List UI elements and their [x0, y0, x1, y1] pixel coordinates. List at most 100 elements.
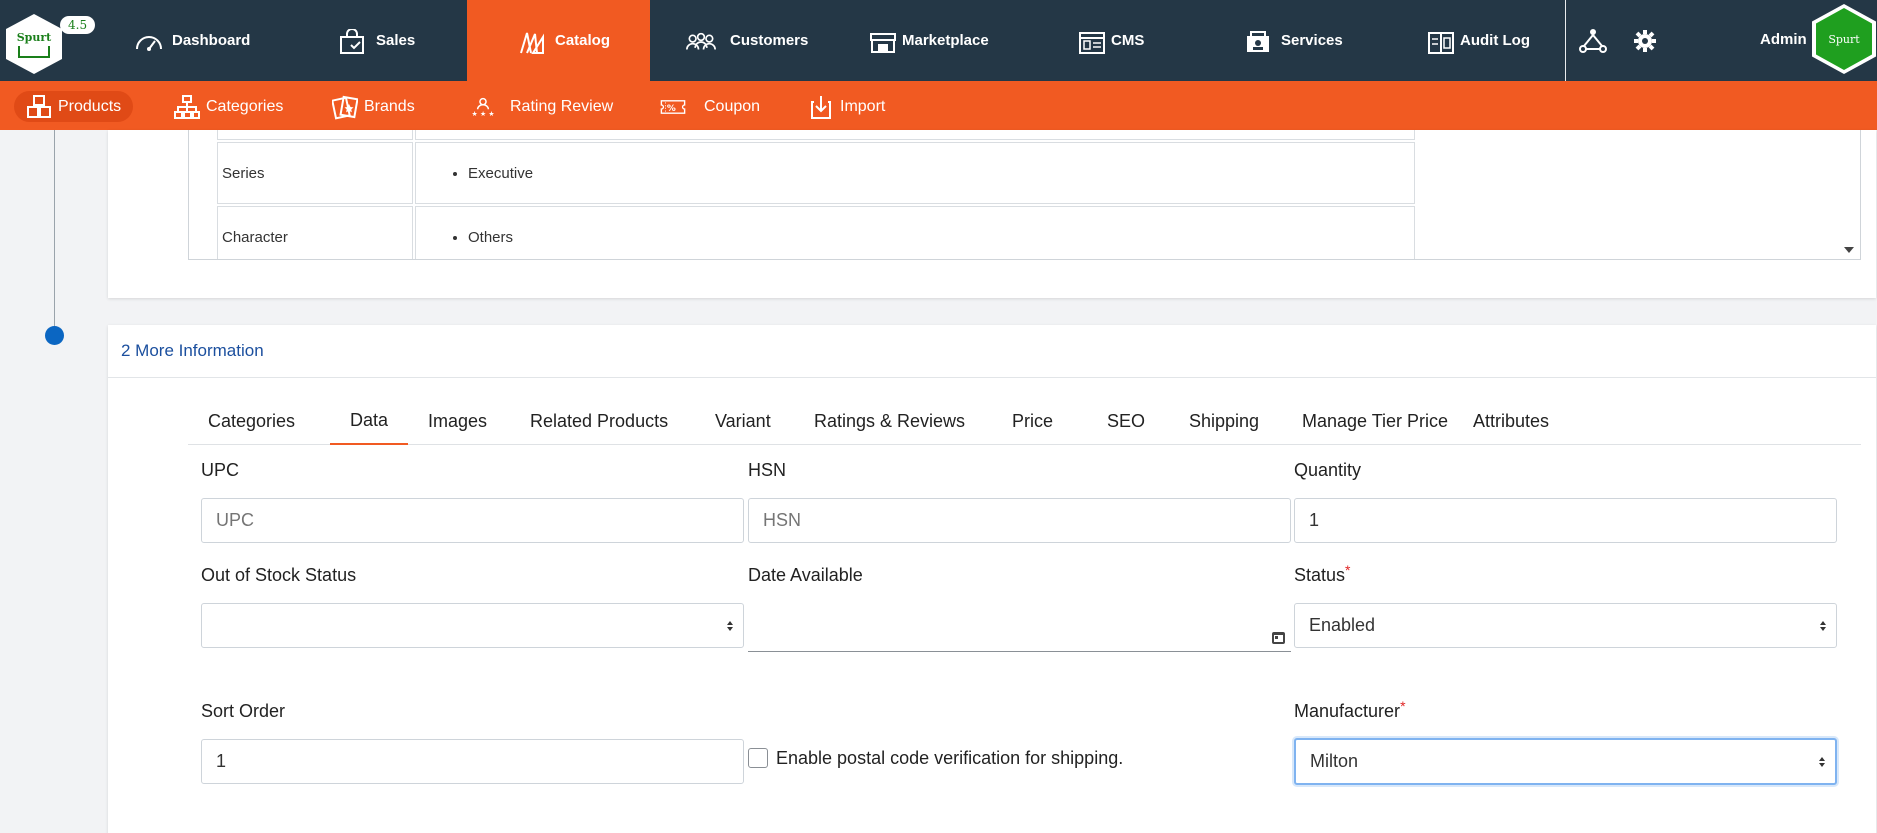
specifications-scroll-area[interactable]: Series Executive Character Others — [188, 130, 1861, 260]
postal-code-checkbox-label[interactable]: Enable postal code verification for ship… — [776, 748, 1123, 769]
svg-text:★: ★ — [488, 110, 494, 118]
tab-seo[interactable]: SEO — [1087, 397, 1165, 445]
sort-order-input[interactable]: 1 — [201, 739, 744, 784]
logo-badge: Spurt — [6, 14, 62, 74]
spec-key: Character — [217, 206, 413, 259]
subnav-label: Rating Review — [510, 97, 614, 115]
avatar[interactable]: Spurt — [1812, 4, 1876, 74]
nav-label: Catalog — [555, 32, 611, 49]
tab-manage-tier-price[interactable]: Manage Tier Price — [1282, 397, 1468, 445]
status-value: Enabled — [1309, 615, 1376, 635]
postal-code-checkbox[interactable] — [748, 748, 768, 768]
svg-text:%: % — [667, 104, 676, 114]
nav-sales[interactable]: Sales — [338, 0, 415, 81]
categories-icon — [174, 94, 200, 120]
subnav-rating-review[interactable]: ★ ★ ★ Rating Review — [458, 91, 625, 122]
tab-data[interactable]: Data — [330, 397, 409, 445]
status-label-text: Status — [1294, 565, 1346, 585]
out-of-stock-label: Out of Stock Status — [201, 565, 357, 585]
manufacturer-value: Milton — [1310, 751, 1359, 771]
nav-customers[interactable]: Customers — [686, 0, 808, 81]
select-arrows-icon — [1820, 621, 1826, 631]
date-available-input[interactable] — [748, 605, 1291, 652]
manufacturer-label-text: Manufacturer — [1294, 701, 1401, 721]
hsn-input[interactable] — [748, 498, 1291, 543]
gear-icon[interactable] — [1631, 27, 1659, 55]
nav-marketplace[interactable]: Marketplace — [868, 0, 989, 81]
scroll-down-arrow-icon[interactable] — [1844, 247, 1854, 253]
top-navigation-bar: Spurt 4.5 Dashboard Sales Catalog Custom… — [0, 0, 1877, 81]
status-select[interactable]: Enabled — [1294, 603, 1837, 648]
timeline-line — [54, 130, 55, 335]
subnav-categories[interactable]: Categories — [162, 91, 295, 122]
tab-categories[interactable]: Categories — [188, 397, 315, 445]
spec-key — [217, 130, 413, 140]
svg-text:★: ★ — [480, 110, 486, 118]
tab-variant[interactable]: Variant — [695, 397, 791, 445]
manufacturer-label: Manufacturer* — [1294, 698, 1406, 722]
rating-review-icon: ★ ★ ★ — [470, 94, 504, 120]
subnav-products[interactable]: Products — [14, 91, 134, 122]
tab-related-products[interactable]: Related Products — [510, 397, 688, 445]
tab-images[interactable]: Images — [408, 397, 507, 445]
tab-price[interactable]: Price — [992, 397, 1073, 445]
speedometer-icon — [134, 29, 164, 53]
tab-shipping[interactable]: Shipping — [1169, 397, 1279, 445]
app-logo[interactable]: Spurt 4.5 — [0, 0, 100, 81]
nav-divider — [1565, 0, 1566, 81]
shopping-bag-icon — [338, 27, 368, 54]
tab-attributes[interactable]: Attributes — [1453, 397, 1569, 445]
subnav-import[interactable]: Import — [796, 91, 897, 122]
spec-key: Series — [217, 142, 413, 204]
table-row: Character Others — [217, 206, 1415, 259]
timeline-step-dot — [45, 326, 64, 345]
catalog-sub-navigation: Products Categories Brands ★ ★ ★ Rating Re… — [0, 81, 1877, 130]
specifications-table: Series Executive Character Others — [215, 130, 1417, 259]
version-badge: 4.5 — [60, 16, 96, 34]
subnav-coupon[interactable]: % Coupon — [648, 91, 772, 122]
admin-label[interactable]: Admin — [1760, 31, 1807, 48]
status-label: Status* — [1294, 562, 1350, 586]
cart-icon — [18, 45, 50, 58]
upc-label: UPC — [201, 460, 240, 480]
select-arrows-icon — [1819, 757, 1825, 767]
nav-label: Services — [1281, 32, 1343, 49]
subnav-brands[interactable]: Brands — [320, 91, 427, 122]
nav-catalog[interactable]: Catalog — [467, 0, 650, 81]
more-information-card: 2 More Information Categories Data Image… — [108, 325, 1876, 833]
nav-label: Marketplace — [902, 32, 989, 49]
subnav-label: Import — [840, 97, 886, 115]
hsn-label: HSN — [748, 460, 787, 480]
nav-services[interactable]: Services — [1243, 0, 1343, 81]
spec-value: Executive — [415, 142, 1415, 204]
calendar-icon[interactable] — [1272, 632, 1285, 644]
divider — [108, 377, 1876, 378]
nav-label: Sales — [376, 32, 416, 49]
network-icon[interactable] — [1579, 27, 1607, 55]
spec-value-item: Executive — [468, 165, 1414, 182]
import-icon — [808, 94, 834, 120]
upc-input[interactable] — [201, 498, 744, 543]
quantity-input[interactable]: 1 — [1294, 498, 1837, 543]
subnav-label: Categories — [206, 97, 284, 115]
nav-cms[interactable]: CMS — [1077, 0, 1144, 81]
table-row — [217, 130, 1415, 140]
date-available-label: Date Available — [748, 565, 863, 585]
manufacturer-select[interactable]: Milton — [1294, 738, 1837, 785]
select-arrows-icon — [727, 621, 733, 631]
required-marker: * — [1400, 698, 1406, 714]
tab-ratings-reviews[interactable]: Ratings & Reviews — [794, 397, 985, 445]
nav-audit-log[interactable]: Audit Log — [1426, 0, 1530, 81]
table-row: Series Executive — [217, 142, 1415, 204]
out-of-stock-select[interactable] — [201, 603, 744, 648]
coupon-icon: % — [660, 94, 698, 120]
nav-label: CMS — [1111, 32, 1145, 49]
svg-text:★: ★ — [472, 110, 478, 118]
nav-dashboard[interactable]: Dashboard — [134, 0, 250, 81]
spec-value — [415, 130, 1415, 140]
products-icon — [26, 94, 52, 120]
quantity-label: Quantity — [1294, 460, 1362, 480]
subnav-label: Coupon — [704, 97, 761, 115]
specifications-card: Series Executive Character Others — [108, 130, 1876, 298]
spec-value: Others — [415, 206, 1415, 259]
